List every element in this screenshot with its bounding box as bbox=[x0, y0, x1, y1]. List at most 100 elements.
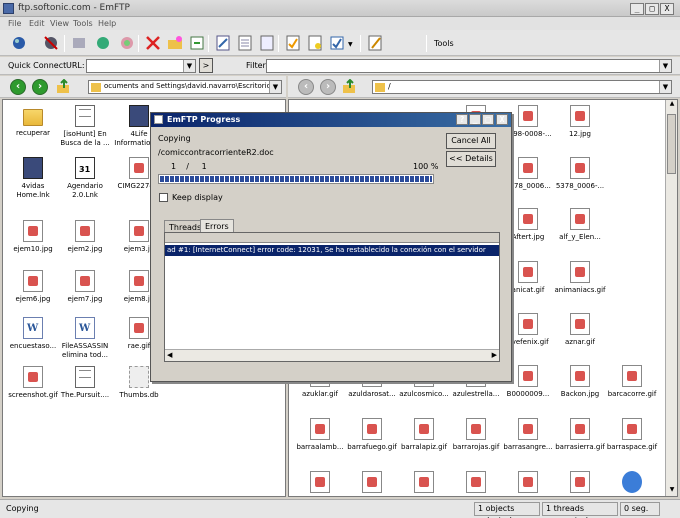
folder-icon bbox=[23, 109, 43, 126]
error-list[interactable]: ad #1: [InternetConnect] error code: 120… bbox=[164, 232, 500, 362]
close-button[interactable]: X bbox=[660, 3, 674, 15]
details-button[interactable]: << Details bbox=[446, 151, 496, 167]
local-file-item[interactable]: ejem2.jpg bbox=[58, 220, 112, 270]
status-bar: Copying 1 objects selected 1 threads con… bbox=[0, 499, 680, 518]
refresh-icon[interactable] bbox=[118, 34, 136, 52]
scroll-down-icon[interactable]: ▼ bbox=[667, 486, 677, 496]
remote-file-item[interactable]: barrarojas.gif bbox=[449, 418, 503, 468]
scroll-right-icon[interactable]: ▶ bbox=[492, 351, 497, 359]
remote-path-field[interactable]: / ▼ bbox=[372, 80, 672, 94]
remote-file-item[interactable] bbox=[501, 471, 555, 496]
remote-file-item[interactable]: aznar.gif bbox=[553, 313, 607, 363]
remote-back-icon[interactable]: ‹ bbox=[298, 79, 314, 95]
url-dropdown-icon[interactable]: ▼ bbox=[183, 60, 195, 72]
queue-icon[interactable] bbox=[284, 34, 302, 52]
local-file-item[interactable]: screenshot.gif bbox=[6, 366, 60, 416]
options-icon[interactable] bbox=[328, 34, 346, 52]
dialog-close-button[interactable]: X bbox=[496, 114, 508, 125]
remote-file-item[interactable]: barralapiz.gif bbox=[397, 418, 451, 468]
remote-file-item[interactable] bbox=[553, 471, 607, 496]
remote-file-item[interactable] bbox=[397, 471, 451, 496]
options-dropdown-icon[interactable]: ▼ bbox=[348, 41, 353, 48]
dialog-minimize-button[interactable]: _ bbox=[469, 114, 481, 125]
remote-file-item[interactable]: barcacorre.gif bbox=[605, 365, 659, 415]
remote-scrollbar[interactable]: ▲ ▼ bbox=[665, 100, 677, 496]
remote-file-item[interactable]: 12.jpg bbox=[553, 105, 607, 155]
menu-file[interactable]: File bbox=[8, 19, 21, 28]
properties-icon[interactable] bbox=[258, 34, 276, 52]
error-row[interactable]: ad #1: [InternetConnect] error code: 120… bbox=[165, 245, 499, 256]
file-path-label: /comiccontracorrienteR2.doc bbox=[158, 148, 274, 157]
tab-errors[interactable]: Errors bbox=[200, 219, 234, 232]
local-file-item[interactable]: recuperar bbox=[6, 105, 60, 155]
add-icon[interactable] bbox=[306, 34, 324, 52]
remote-file-item[interactable] bbox=[605, 471, 659, 496]
remote-file-item[interactable] bbox=[293, 471, 347, 496]
elapsed-seconds: 0 seg. bbox=[620, 502, 660, 516]
rename-icon[interactable] bbox=[188, 34, 206, 52]
local-file-item[interactable]: ejem10.jpg bbox=[6, 220, 60, 270]
dialog-titlebar: EmFTP Progress ? _ □ X bbox=[151, 113, 511, 127]
remote-forward-icon[interactable]: › bbox=[320, 79, 336, 95]
percent-label: 100 % bbox=[413, 162, 439, 171]
error-hscrollbar[interactable]: ◀ ▶ bbox=[165, 349, 499, 361]
local-nav-bar: ‹ › ocuments and Settings\david.navarro\… bbox=[0, 76, 286, 98]
remote-up-folder-icon[interactable] bbox=[342, 78, 358, 95]
copying-label: Copying bbox=[158, 134, 191, 143]
sites-icon[interactable] bbox=[70, 34, 88, 52]
remote-file-item[interactable]: barrasierra.gif bbox=[553, 418, 607, 468]
connect-icon[interactable] bbox=[10, 34, 28, 52]
file-icon bbox=[129, 317, 149, 339]
remote-file-item[interactable]: barraalamb... bbox=[293, 418, 347, 468]
maximize-button[interactable]: □ bbox=[645, 3, 659, 15]
log-icon[interactable] bbox=[366, 34, 384, 52]
remote-path-dropdown-icon[interactable]: ▼ bbox=[659, 81, 671, 93]
local-path-field[interactable]: ocuments and Settings\david.navarro\Escr… bbox=[88, 80, 282, 94]
remote-file-item[interactable]: alf_y_Elen... bbox=[553, 208, 607, 258]
filter-dropdown-icon[interactable]: ▼ bbox=[659, 60, 671, 72]
keep-display-checkbox[interactable] bbox=[159, 193, 168, 202]
back-icon[interactable]: ‹ bbox=[10, 79, 26, 95]
remote-file-item[interactable]: 5378_0006-... bbox=[553, 157, 607, 207]
scroll-left-icon[interactable]: ◀ bbox=[167, 351, 172, 359]
disconnect-icon[interactable] bbox=[42, 34, 60, 52]
image-file-icon bbox=[570, 313, 590, 335]
local-path-dropdown-icon[interactable]: ▼ bbox=[269, 81, 281, 93]
remote-file-item[interactable] bbox=[449, 471, 503, 496]
menu-help[interactable]: Help bbox=[98, 19, 116, 28]
transfer-icon[interactable] bbox=[94, 34, 112, 52]
filter-input[interactable]: ▼ bbox=[266, 59, 672, 73]
local-file-item[interactable]: [isoHunt] En Busca de la ... bbox=[58, 105, 112, 155]
remote-file-item[interactable]: barrasangre... bbox=[501, 418, 555, 468]
minimize-button[interactable]: _ bbox=[630, 3, 644, 15]
local-file-item[interactable]: Agendario 2.0.Lnk bbox=[58, 157, 112, 207]
remote-file-item[interactable]: Backon.jpg bbox=[553, 365, 607, 415]
local-file-item[interactable]: encuestaso... bbox=[6, 317, 60, 367]
forward-icon[interactable]: › bbox=[32, 79, 48, 95]
view-icon[interactable] bbox=[236, 34, 254, 52]
dialog-maximize-button[interactable]: □ bbox=[482, 114, 494, 125]
menu-edit[interactable]: Edit bbox=[29, 19, 45, 28]
local-file-item[interactable]: 4vidas Home.lnk bbox=[6, 157, 60, 207]
menu-view[interactable]: View bbox=[50, 19, 69, 28]
menu-tools[interactable]: Tools bbox=[73, 19, 93, 28]
cancel-all-button[interactable]: Cancel All bbox=[446, 133, 496, 149]
delete-icon[interactable] bbox=[144, 34, 162, 52]
remote-file-item[interactable]: barrafuego.gif bbox=[345, 418, 399, 468]
remote-file-item[interactable] bbox=[345, 471, 399, 496]
scroll-thumb[interactable] bbox=[667, 114, 676, 174]
local-file-item[interactable]: The.Pursuit.... bbox=[58, 366, 112, 416]
local-file-item[interactable]: ejem6.jpg bbox=[6, 270, 60, 320]
file-label: Thumbs.db bbox=[119, 391, 159, 399]
remote-file-item[interactable]: barraspace.gif bbox=[605, 418, 659, 468]
url-input[interactable]: ▼ bbox=[86, 59, 196, 73]
go-button[interactable]: > bbox=[199, 58, 213, 73]
edit-icon[interactable] bbox=[214, 34, 232, 52]
local-file-item[interactable]: FileASSASSIN elimina tod... bbox=[58, 317, 112, 367]
up-folder-icon[interactable] bbox=[56, 78, 72, 95]
dialog-help-button[interactable]: ? bbox=[456, 114, 468, 125]
scroll-up-icon[interactable]: ▲ bbox=[667, 100, 677, 110]
local-file-item[interactable]: ejem7.jpg bbox=[58, 270, 112, 320]
remote-file-item[interactable]: animaniacs.gif bbox=[553, 261, 607, 311]
new-folder-icon[interactable] bbox=[166, 34, 184, 52]
